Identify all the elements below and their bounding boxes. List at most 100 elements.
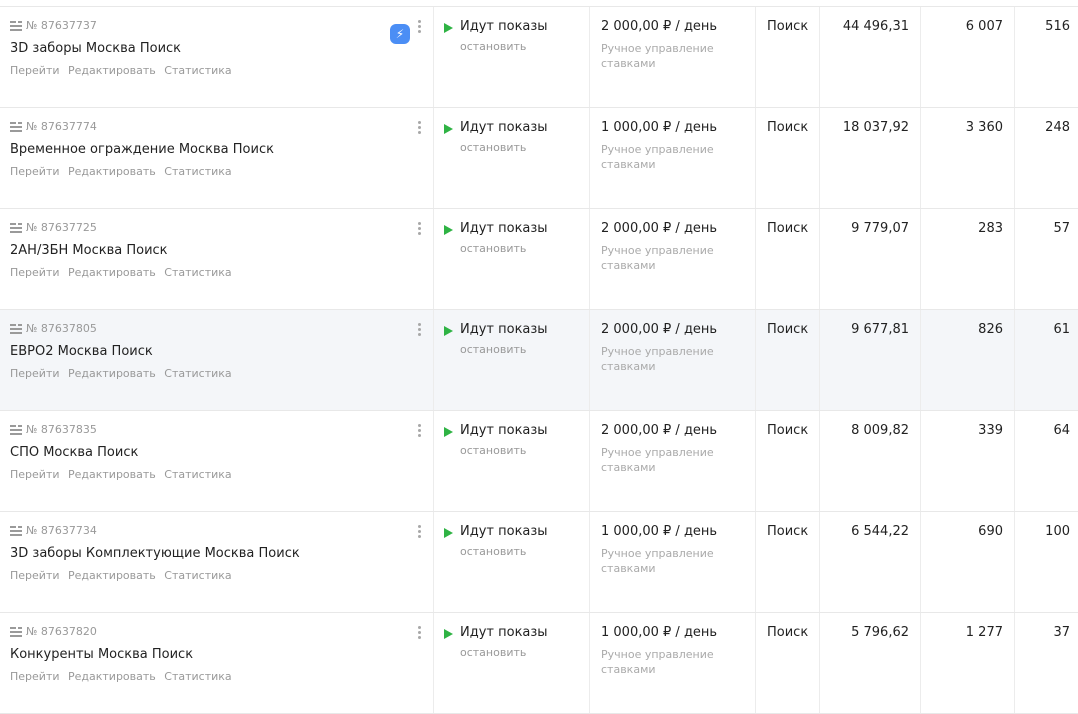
edit-link[interactable]: Редактировать [68,468,156,481]
stats-link[interactable]: Статистика [164,266,231,279]
impressions-value: 6 007 [965,19,1003,34]
type-cell: Поиск [755,7,819,107]
campaign-title[interactable]: ЕВРО2 Москва Поиск [10,344,153,359]
status-cell: Идут показы остановить [433,411,589,511]
cost-value: 8 009,82 [851,423,909,438]
campaign-title[interactable]: 2АН/3БН Москва Поиск [10,243,168,258]
campaign-id: № 87637835 [10,423,97,436]
budget-cell: 2 000,00 ₽ / день Ручное управление став… [589,310,755,410]
more-options-icon[interactable] [417,624,423,642]
campaign-title[interactable]: Конкуренты Москва Поиск [10,647,193,662]
status-cell: Идут показы остановить [433,108,589,208]
impressions-value: 339 [978,423,1003,438]
stats-link[interactable]: Статистика [164,670,231,683]
campaign-links: Перейти Редактировать Статистика [10,670,237,683]
budget-value[interactable]: 2 000,00 ₽ / день [601,322,717,337]
budget-value[interactable]: 2 000,00 ₽ / день [601,221,717,236]
stop-link[interactable]: остановить [460,343,526,356]
go-link[interactable]: Перейти [10,165,60,178]
campaign-name-cell: № 87637725 2АН/3БН Москва Поиск Перейти … [0,209,433,309]
cost-value: 5 796,62 [851,625,909,640]
impressions-value: 283 [978,221,1003,236]
edit-link[interactable]: Редактировать [68,367,156,380]
impressions-value: 690 [978,524,1003,539]
budget-value[interactable]: 1 000,00 ₽ / день [601,625,717,640]
campaign-type: Поиск [767,19,809,34]
campaign-name-cell: № 87637737 3D заборы Москва Поиск Перейт… [0,7,433,107]
type-cell: Поиск [755,209,819,309]
campaign-list-icon [10,121,22,132]
go-link[interactable]: Перейти [10,64,60,77]
more-options-icon[interactable] [417,220,423,238]
type-cell: Поиск [755,310,819,410]
stats-link[interactable]: Статистика [164,367,231,380]
impressions-cell: 339 [920,411,1014,511]
play-icon [444,326,453,336]
campaign-links: Перейти Редактировать Статистика [10,367,237,380]
more-options-icon[interactable] [417,119,423,137]
stop-link[interactable]: остановить [460,545,526,558]
status-text: Идут показы [460,625,548,640]
edit-link[interactable]: Редактировать [68,569,156,582]
campaign-name-cell: № 87637835 СПО Москва Поиск Перейти Реда… [0,411,433,511]
table-row[interactable]: № 87637737 3D заборы Москва Поиск Перейт… [0,7,1078,108]
stop-link[interactable]: остановить [460,242,526,255]
campaign-id-text: № 87637820 [26,625,97,638]
campaign-name-cell: № 87637774 Временное ограждение Москва П… [0,108,433,208]
campaigns-table: № 87637737 3D заборы Москва Поиск Перейт… [0,0,1078,714]
more-options-icon[interactable] [417,422,423,440]
go-link[interactable]: Перейти [10,266,60,279]
edit-link[interactable]: Редактировать [68,266,156,279]
campaign-id: № 87637805 [10,322,97,335]
campaign-id-text: № 87637835 [26,423,97,436]
status-cell: Идут показы остановить [433,310,589,410]
campaign-list-icon [10,222,22,233]
stop-link[interactable]: остановить [460,646,526,659]
stop-link[interactable]: остановить [460,444,526,457]
stats-link[interactable]: Статистика [164,569,231,582]
status-cell: Идут показы остановить [433,613,589,713]
stats-link[interactable]: Статистика [164,64,231,77]
status-text: Идут показы [460,120,548,135]
table-row[interactable]: № 87637820 Конкуренты Москва Поиск Перей… [0,613,1078,714]
play-icon [444,225,453,235]
go-link[interactable]: Перейти [10,468,60,481]
table-row[interactable]: № 87637774 Временное ограждение Москва П… [0,108,1078,209]
stats-link[interactable]: Статистика [164,468,231,481]
stop-link[interactable]: остановить [460,141,526,154]
go-link[interactable]: Перейти [10,569,60,582]
table-row[interactable]: № 87637805 ЕВРО2 Москва Поиск Перейти Ре… [0,310,1078,411]
campaign-title[interactable]: 3D заборы Комплектующие Москва Поиск [10,546,300,561]
edit-link[interactable]: Редактировать [68,165,156,178]
campaign-title[interactable]: СПО Москва Поиск [10,445,138,460]
budget-value[interactable]: 1 000,00 ₽ / день [601,524,717,539]
lightning-icon[interactable]: ⚡ [390,24,410,44]
campaign-type: Поиск [767,625,809,640]
campaign-links: Перейти Редактировать Статистика [10,165,237,178]
more-options-icon[interactable] [417,18,423,36]
campaign-type: Поиск [767,322,809,337]
more-options-icon[interactable] [417,523,423,541]
budget-value[interactable]: 1 000,00 ₽ / день [601,120,717,135]
go-link[interactable]: Перейти [10,670,60,683]
status-cell: Идут показы остановить [433,7,589,107]
table-row[interactable]: № 87637734 3D заборы Комплектующие Москв… [0,512,1078,613]
edit-link[interactable]: Редактировать [68,670,156,683]
campaign-title[interactable]: 3D заборы Москва Поиск [10,41,181,56]
campaign-list-icon [10,525,22,536]
budget-value[interactable]: 2 000,00 ₽ / день [601,19,717,34]
go-link[interactable]: Перейти [10,367,60,380]
stop-link[interactable]: остановить [460,40,526,53]
edit-link[interactable]: Редактировать [68,64,156,77]
table-row[interactable]: № 87637835 СПО Москва Поиск Перейти Реда… [0,411,1078,512]
impressions-cell: 1 277 [920,613,1014,713]
play-icon [444,629,453,639]
campaign-title[interactable]: Временное ограждение Москва Поиск [10,142,274,157]
table-row[interactable]: № 87637725 2АН/3БН Москва Поиск Перейти … [0,209,1078,310]
more-options-icon[interactable] [417,321,423,339]
campaign-links: Перейти Редактировать Статистика [10,468,237,481]
impressions-value: 826 [978,322,1003,337]
budget-value[interactable]: 2 000,00 ₽ / день [601,423,717,438]
clicks-cell: 57 [1014,209,1078,309]
stats-link[interactable]: Статистика [164,165,231,178]
